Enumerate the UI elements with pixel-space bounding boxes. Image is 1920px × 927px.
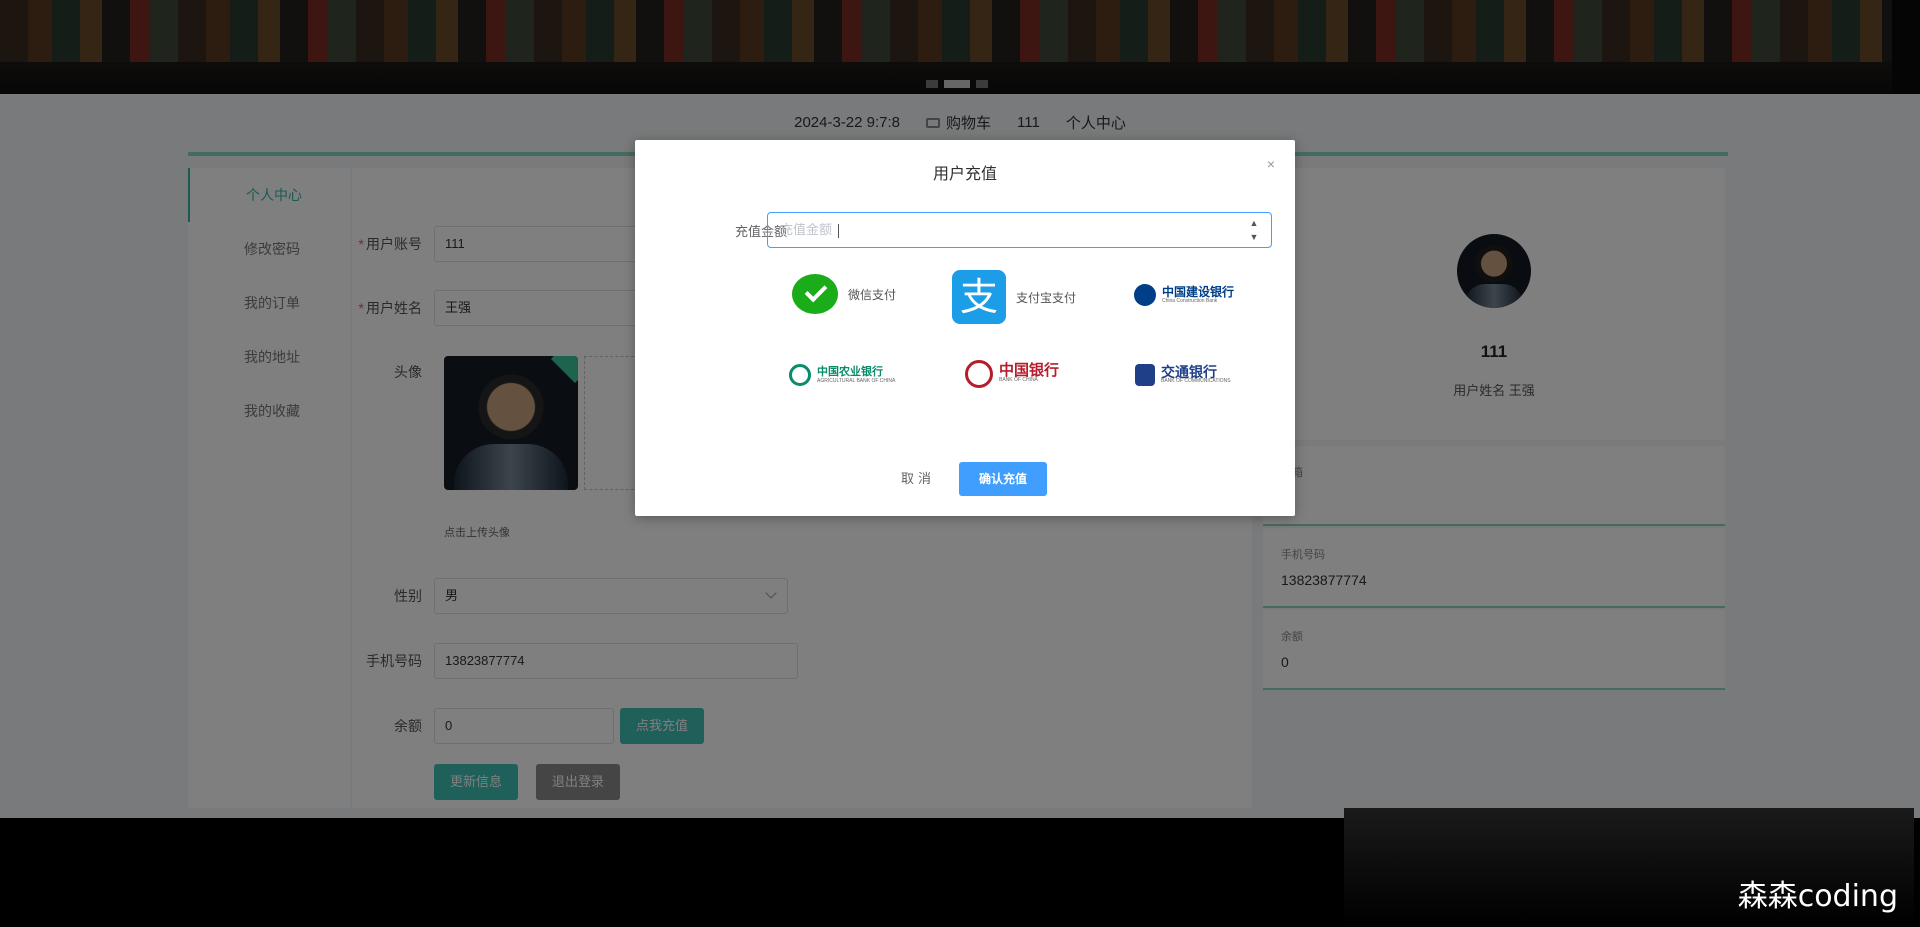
- text-cursor-icon: [838, 223, 840, 238]
- bank-name: 中国建设银行: [1162, 284, 1235, 299]
- bank-sub: China Construction Bank: [1162, 297, 1218, 304]
- pay-option-wechat[interactable]: 微信支付: [792, 274, 896, 314]
- wechat-pay-icon: [792, 274, 838, 314]
- abc-logo: [789, 364, 811, 386]
- alipay-icon: 支: [952, 270, 1006, 324]
- recharge-dialog: 用户充值 × 充值金额 充值金额 ▲ ▼ 微信支付 支 支付宝支付 中国建设银行…: [635, 140, 1295, 516]
- pay-option-bocom[interactable]: 交通银行 BANK OF COMMUNICATIONS: [1135, 364, 1231, 386]
- close-icon[interactable]: ×: [1267, 156, 1275, 172]
- amount-input[interactable]: 充值金额 ▲ ▼: [767, 212, 1272, 248]
- pay-option-boc[interactable]: 中国银行 BANK OF CHINA: [965, 360, 1059, 388]
- stepper-up-icon[interactable]: ▲: [1247, 216, 1261, 230]
- ccb-logo: [1134, 284, 1156, 306]
- boc-logo: [965, 360, 993, 388]
- bocom-logo: [1135, 364, 1155, 386]
- bank-sub: BANK OF COMMUNICATIONS: [1161, 377, 1231, 384]
- pay-option-ccb[interactable]: 中国建设银行 China Construction Bank: [1134, 284, 1234, 306]
- amount-placeholder: 充值金额: [780, 222, 833, 237]
- pay-option-label: 微信支付: [848, 287, 897, 302]
- bank-name: 中国银行: [999, 361, 1060, 379]
- cancel-button[interactable]: 取消: [901, 468, 935, 487]
- background-page: 2024-3-22 9:7:8 购物车 111 个人中心 个人中心 修改密码 我…: [0, 0, 1920, 818]
- pay-option-label: 支付宝支付: [1016, 290, 1077, 305]
- bank-name: 交通银行: [1161, 363, 1217, 380]
- stepper-down-icon[interactable]: ▼: [1247, 230, 1261, 244]
- number-stepper[interactable]: ▲ ▼: [1247, 216, 1261, 244]
- bank-name: 中国农业银行: [817, 365, 883, 378]
- confirm-recharge-button[interactable]: 确认充值: [959, 462, 1047, 496]
- watermark-text: 森森coding: [1737, 879, 1898, 914]
- pay-option-alipay[interactable]: 支 支付宝支付: [952, 270, 1076, 324]
- bank-sub: AGRICULTURAL BANK OF CHINA: [817, 377, 896, 384]
- dialog-title: 用户充值: [932, 166, 997, 183]
- pay-option-abc[interactable]: 中国农业银行 AGRICULTURAL BANK OF CHINA: [789, 364, 895, 386]
